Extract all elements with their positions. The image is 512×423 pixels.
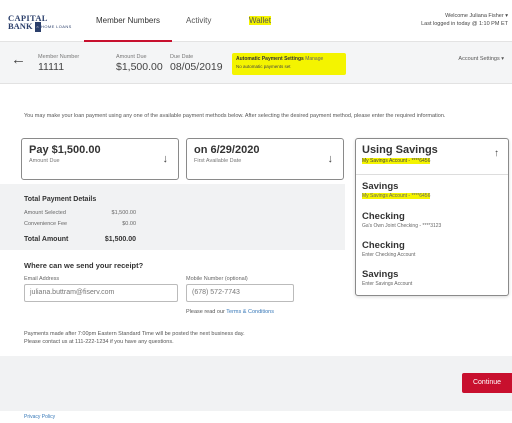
continue-button[interactable]: Continue: [462, 373, 512, 393]
automatic-payment-settings: Automatic Payment Settings Manage No aut…: [232, 53, 346, 75]
mobile-label: Mobile Number (optional): [186, 276, 248, 282]
total-amount-row: Total Amount $1,500.00: [24, 236, 136, 243]
privacy-policy-link[interactable]: Privacy Policy: [24, 414, 55, 420]
amount-selected-label: Amount Selected: [24, 210, 66, 216]
account-summary-bar: ← Member Number 11111 Amount Due $1,500.…: [0, 42, 512, 84]
amount-selected-value: $1,500.00: [111, 210, 136, 216]
pay-date-select[interactable]: on 6/29/2020 First Available Date ↓: [186, 138, 344, 180]
pay-date-sub: First Available Date: [194, 158, 242, 164]
arrow-down-icon: ↓: [327, 153, 334, 165]
payment-option-account: Enter Checking Account: [362, 252, 416, 258]
payment-method-selected[interactable]: Using Savings My Savings Account - ****6…: [356, 139, 508, 175]
last-login-text: Last logged in today @ 1:10 PM ET: [421, 21, 508, 27]
payment-note-contact: Please contact us at 111-222-1234 if you…: [24, 339, 174, 345]
payment-option-savings-mine[interactable]: Savings My Savings Account - ****6456: [362, 181, 431, 199]
total-amount-label: Total Amount: [24, 236, 69, 243]
arrow-down-icon: ↓: [162, 153, 169, 165]
payment-option-account: Ga's Own Joint Checking - ****3123: [362, 223, 442, 229]
convenience-fee-label: Convenience Fee: [24, 221, 68, 227]
payment-method-selected-label: Using Savings: [362, 144, 438, 156]
tab-member-numbers-label: Member Numbers: [96, 16, 161, 25]
payment-option-enter-savings[interactable]: Savings Enter Savings Account: [362, 269, 412, 287]
caret-down-icon: ▾: [505, 13, 508, 19]
tab-wallet[interactable]: Wallet: [249, 16, 271, 25]
arrow-left-icon[interactable]: ←: [11, 51, 26, 68]
terms-text: Please read our Terms & Conditions: [186, 309, 274, 315]
amount-due-label: Amount Due: [116, 54, 147, 60]
payment-method-dropdown[interactable]: Using Savings My Savings Account - ****6…: [355, 138, 509, 296]
terms-link[interactable]: Terms & Conditions: [226, 309, 274, 315]
amount-selected-row: Amount Selected $1,500.00: [24, 210, 136, 216]
payment-option-account: Enter Savings Account: [362, 281, 413, 287]
payment-option-checking-joint[interactable]: Checking Ga's Own Joint Checking - ****3…: [362, 211, 441, 229]
payment-option-label: Checking: [362, 211, 405, 222]
payment-option-account: My Savings Account - ****6456: [362, 193, 431, 199]
payment-method-selected-account: My Savings Account - ****6456: [362, 158, 431, 164]
pay-date-value: on 6/29/2020: [194, 144, 260, 156]
capital-bank-logo[interactable]: CAPITAL BANK ⌂ HOME LOANS: [8, 14, 72, 33]
auto-pay-title: Automatic Payment Settings: [236, 56, 304, 62]
terms-prefix: Please read our: [186, 309, 225, 315]
email-field[interactable]: juliana.buttram@fiserv.com: [24, 284, 178, 302]
tab-activity-label: Activity: [186, 16, 212, 25]
pay-amount-value: Pay $1,500.00: [29, 144, 101, 156]
due-date-block: Due Date 08/05/2019: [170, 54, 223, 73]
arrow-up-icon: ↑: [494, 148, 499, 159]
payment-option-label: Savings: [362, 181, 399, 192]
convenience-fee-row: Convenience Fee $0.00: [24, 221, 136, 227]
caret-down-icon: ▾: [501, 56, 504, 62]
payment-option-label: Savings: [362, 269, 399, 280]
action-bar: [0, 356, 512, 411]
payment-notes: Payments made after 7:00pm Eastern Stand…: [24, 330, 245, 346]
tab-member-numbers[interactable]: Member Numbers: [84, 16, 173, 43]
member-number-label: Member Number: [38, 54, 80, 60]
payment-option-enter-checking[interactable]: Checking Enter Checking Account: [362, 240, 415, 258]
total-payment-title: Total Payment Details: [24, 196, 97, 203]
account-settings-menu[interactable]: Account Settings ▾: [458, 56, 504, 62]
account-settings-label: Account Settings: [458, 56, 500, 62]
amount-due-value: $1,500.00: [116, 61, 163, 73]
total-amount-value: $1,500.00: [104, 236, 136, 243]
email-label: Email Address: [24, 276, 60, 282]
intro-text: You may make your loan payment using any…: [24, 113, 446, 119]
welcome-area[interactable]: Welcome Juliana Fisher ▾ Last logged in …: [421, 12, 508, 28]
pay-amount-sub: Amount Due: [29, 158, 60, 164]
due-date-value: 08/05/2019: [170, 61, 223, 73]
member-number-value: 11111: [38, 61, 65, 73]
due-date-label: Due Date: [170, 54, 194, 60]
payment-note-cutoff: Payments made after 7:00pm Eastern Stand…: [24, 331, 245, 337]
amount-due-block: Amount Due $1,500.00: [116, 54, 163, 73]
pay-amount-select[interactable]: Pay $1,500.00 Amount Due ↓: [21, 138, 179, 180]
mobile-number-field[interactable]: (678) 572-7743: [186, 284, 294, 302]
top-navigation: CAPITAL BANK ⌂ HOME LOANS Member Numbers …: [0, 0, 512, 43]
convenience-fee-value: $0.00: [122, 221, 136, 227]
tab-activity[interactable]: Activity: [186, 16, 211, 25]
member-number-block: Member Number 11111: [38, 54, 79, 73]
receipt-title: Where can we send your receipt?: [24, 261, 144, 270]
auto-pay-status: No automatic payments set: [236, 64, 291, 69]
payment-option-label: Checking: [362, 240, 405, 251]
brand-line2: BANK: [8, 21, 33, 31]
tab-wallet-label: Wallet: [249, 16, 271, 25]
brand-tagline: HOME LOANS: [41, 24, 72, 30]
auto-pay-manage-link[interactable]: Manage: [305, 56, 323, 62]
welcome-text: Welcome Juliana Fisher: [445, 13, 504, 19]
